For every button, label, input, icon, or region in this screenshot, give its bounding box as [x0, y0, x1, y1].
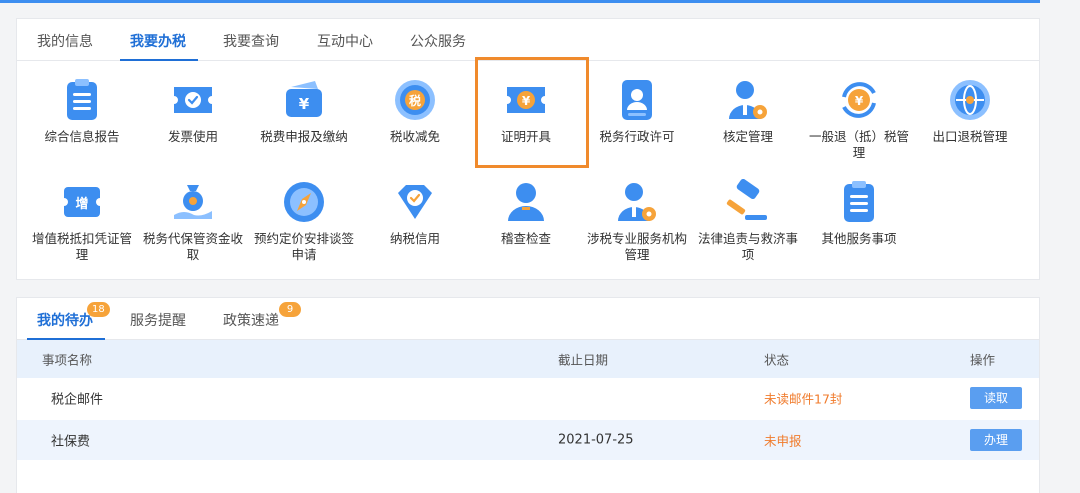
service-professional-agency[interactable]: 涉税专业服务机构管理: [582, 179, 692, 263]
wallet-yuan-icon: ¥: [286, 81, 322, 117]
table-row: 税企邮件 未读邮件17封 读取: [17, 378, 1039, 418]
compass-icon: [284, 182, 324, 222]
service-custody-funds[interactable]: 税务代保管资金收取: [138, 179, 248, 263]
service-label: 稽查检查: [500, 231, 551, 246]
vat-voucher-icon: 增: [60, 187, 104, 217]
tab-tax-handling[interactable]: 我要办税: [130, 31, 186, 51]
item-deadline: 2021-07-25: [558, 432, 634, 448]
service-admin-license[interactable]: 税务行政许可: [582, 77, 692, 145]
service-label: 税收减免: [389, 129, 440, 144]
tax-coin-icon: 税: [395, 80, 435, 120]
col-action: 操作: [970, 352, 996, 368]
col-item-name: 事项名称: [42, 352, 93, 368]
service-export-refund[interactable]: 出口退税管理: [915, 77, 1025, 145]
service-invoice-use[interactable]: 发票使用: [138, 77, 248, 145]
money-bag-hand-icon: [174, 185, 212, 219]
service-label: 出口退税管理: [932, 129, 1008, 144]
table-row: 社保费 2021-07-25 未申报 办理: [17, 420, 1039, 460]
service-comprehensive-report[interactable]: 综合信息报告: [27, 77, 137, 145]
service-label: 其他服务事项: [821, 231, 897, 246]
todo-count-badge: 18: [87, 302, 110, 317]
tasks-panel: 我的待办 18 服务提醒 政策速递 9 事项名称 截止日期 状态 操作 税企邮件…: [16, 297, 1040, 493]
item-name: 社保费: [51, 434, 91, 450]
service-verification-mgmt[interactable]: 核定管理: [693, 77, 803, 145]
tab-service-reminder[interactable]: 服务提醒: [130, 310, 186, 330]
service-label: 涉税专业服务机构管理: [586, 231, 687, 262]
status-text: 未申报: [764, 433, 802, 449]
handle-button[interactable]: 办理: [970, 429, 1022, 451]
id-badge-icon: [622, 80, 652, 120]
service-tax-credit[interactable]: 纳税信用: [360, 179, 470, 247]
status-text: 未读邮件17封: [764, 391, 843, 407]
service-label: 一般退（抵）税管理: [808, 129, 909, 160]
service-label: 税务代保管资金收取: [142, 231, 243, 262]
service-label: 税费申报及缴纳: [260, 129, 348, 144]
service-label: 核定管理: [722, 129, 773, 144]
read-button[interactable]: 读取: [970, 387, 1022, 409]
yuan-refresh-icon: ¥: [842, 82, 876, 118]
item-name: 税企邮件: [51, 392, 104, 408]
tab-public-service[interactable]: 公众服务: [410, 31, 466, 51]
service-label: 发票使用: [167, 129, 218, 144]
service-label: 综合信息报告: [44, 129, 120, 144]
invoice-ticket-icon: [174, 87, 212, 113]
top-accent-line: [0, 0, 1040, 3]
diamond-check-icon: [398, 185, 432, 219]
active-tab-underline: [120, 59, 198, 61]
service-label: 法律追责与救济事项: [697, 231, 798, 262]
service-label: 证明开具: [500, 129, 551, 144]
table-header: 事项名称 截止日期 状态 操作: [17, 340, 1039, 378]
service-refund-mgmt[interactable]: ¥ 一般退（抵）税管理: [804, 77, 914, 161]
person-gear-icon: [618, 183, 656, 221]
person-icon: [508, 183, 544, 221]
person-gear-icon: [729, 81, 767, 119]
service-legal-remedy[interactable]: 法律追责与救济事项: [693, 179, 803, 263]
service-label: 增值税抵扣凭证管理: [31, 231, 132, 262]
service-vat-voucher[interactable]: 增 增值税抵扣凭证管理: [27, 179, 137, 263]
service-tax-declaration[interactable]: ¥ 税费申报及缴纳: [249, 77, 359, 145]
clipboard-icon: [844, 181, 874, 222]
clipboard-icon: [67, 79, 97, 120]
task-tabs: 我的待办 18 服务提醒 政策速递 9: [17, 298, 1039, 340]
service-label: 税务行政许可: [599, 129, 675, 144]
service-certificate-issue[interactable]: ¥ 证明开具: [471, 77, 581, 145]
svg-text:¥: ¥: [522, 94, 531, 108]
service-pricing-agreement[interactable]: 预约定价安排谈签申请: [249, 179, 359, 263]
svg-text:税: 税: [409, 93, 421, 108]
policy-count-badge: 9: [279, 302, 301, 317]
tab-query[interactable]: 我要查询: [223, 31, 279, 51]
globe-icon: [950, 80, 990, 120]
tab-my-info[interactable]: 我的信息: [37, 31, 93, 51]
tab-policy-express[interactable]: 政策速递: [223, 310, 279, 330]
service-inspection[interactable]: 稽查检查: [471, 179, 581, 247]
service-label: 预约定价安排谈签申请: [253, 231, 354, 262]
services-panel: 我的信息 我要办税 我要查询 互动中心 公众服务 综合信息报告 发票使用 ¥ 税…: [16, 18, 1040, 280]
tab-interaction-center[interactable]: 互动中心: [317, 31, 373, 51]
col-deadline: 截止日期: [558, 352, 609, 368]
main-tabs: 我的信息 我要办税 我要查询 互动中心 公众服务: [17, 19, 1039, 61]
svg-text:¥: ¥: [855, 94, 864, 108]
service-label: 纳税信用: [389, 231, 440, 246]
tab-my-todos[interactable]: 我的待办: [37, 310, 93, 330]
svg-text:增: 增: [75, 196, 88, 212]
service-other[interactable]: 其他服务事项: [804, 179, 914, 247]
certificate-yuan-icon: ¥: [507, 87, 545, 113]
svg-text:¥: ¥: [299, 95, 310, 113]
col-status: 状态: [764, 352, 790, 368]
service-tax-relief[interactable]: 税 税收减免: [360, 77, 470, 145]
gavel-icon: [726, 179, 767, 220]
